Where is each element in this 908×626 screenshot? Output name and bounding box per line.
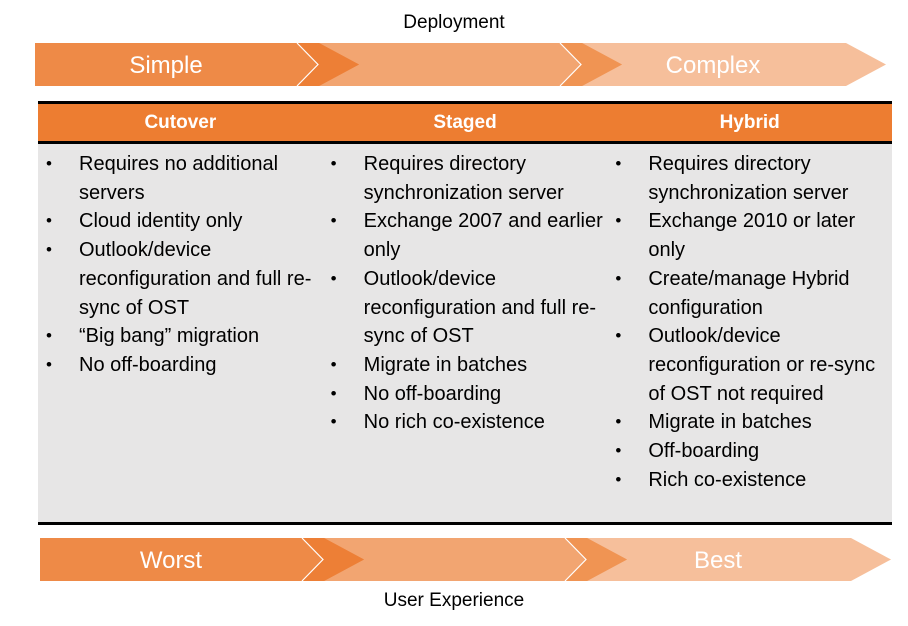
bullet-item: Create/manage Hybrid configuration [607, 265, 892, 322]
bullet-item: Outlook/device reconfiguration or re-syn… [607, 322, 892, 408]
user-experience-arrow: Worst Best [40, 537, 891, 582]
bullet-item: “Big bang” migration [38, 322, 323, 351]
bullet-item: Migrate in batches [323, 351, 608, 380]
bullet-item: Rich co-existence [607, 466, 892, 495]
bullet-item: Outlook/device reconfiguration and full … [38, 236, 323, 322]
bullet-item: Exchange 2010 or later only [607, 207, 892, 264]
ux-stage-label-1: Worst [140, 547, 203, 574]
migration-comparison-table: Cutover Staged Hybrid Requires no additi… [38, 101, 892, 525]
column-staged: Requires directory synchronization serve… [323, 144, 608, 522]
column-cutover: Requires no additional serversCloud iden… [38, 144, 323, 522]
table-body-row: Requires no additional serversCloud iden… [38, 144, 892, 525]
deployment-title: Deployment [403, 12, 505, 33]
bullet-item: Requires no additional servers [38, 150, 323, 207]
bullet-item: Cloud identity only [38, 207, 323, 236]
deployment-stage-label-3: Complex [666, 52, 761, 79]
column-hybrid: Requires directory synchronization serve… [607, 144, 892, 522]
header-cutover: Cutover [144, 112, 217, 133]
header-hybrid: Hybrid [719, 112, 780, 133]
deployment-stage-label-1: Simple [129, 52, 202, 79]
bullet-item: Exchange 2007 and earlier only [323, 207, 608, 264]
bullet-item: No off-boarding [323, 380, 608, 409]
bullet-item: Migrate in batches [607, 408, 892, 437]
deployment-arrow: Simple Complex [35, 42, 886, 87]
bullet-item: No off-boarding [38, 351, 323, 380]
bullet-item: No rich co-existence [323, 408, 608, 437]
bullet-item: Outlook/device reconfiguration and full … [323, 265, 608, 351]
header-staged: Staged [433, 112, 497, 133]
user-experience-title: User Experience [383, 590, 525, 611]
bullet-item: Requires directory synchronization serve… [607, 150, 892, 207]
table-header-row: Cutover Staged Hybrid [38, 101, 892, 144]
ux-stage-label-3: Best [694, 547, 742, 574]
bullet-item: Requires directory synchronization serve… [323, 150, 608, 207]
bullet-item: Off-boarding [607, 437, 892, 466]
